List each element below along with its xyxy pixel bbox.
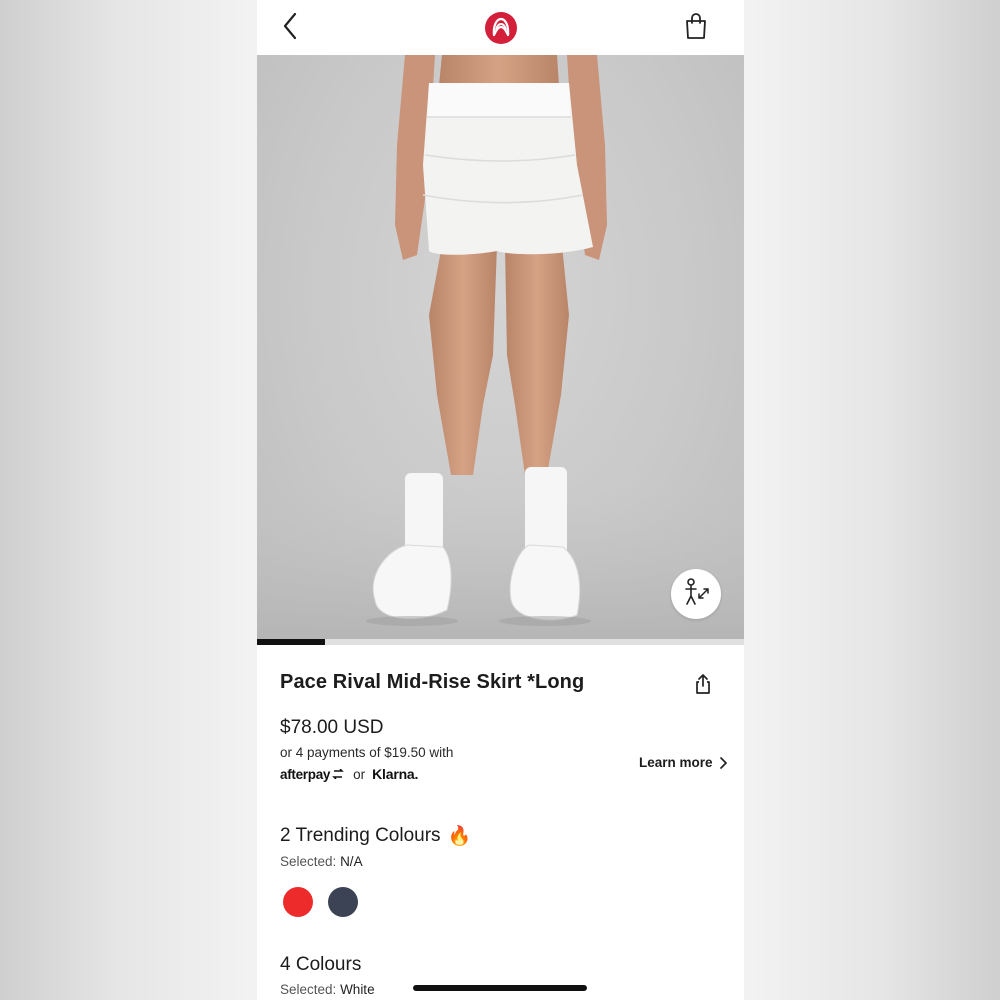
afterpay-label: afterpay — [280, 766, 331, 782]
top-bar — [257, 0, 744, 55]
product-price: $78.00 USD — [280, 717, 384, 738]
brand-logo[interactable] — [484, 11, 518, 45]
carousel-progress-fill — [257, 639, 326, 645]
colours-selected-text: Selected: White — [280, 982, 375, 997]
colour-swatch-red[interactable] — [283, 887, 313, 917]
klarna-logo[interactable]: Klarna. — [372, 766, 418, 782]
selected-value: N/A — [340, 854, 363, 869]
carousel-progress — [257, 639, 744, 645]
home-indicator[interactable] — [413, 985, 587, 991]
afterpay-logo[interactable]: afterpay — [280, 767, 345, 782]
payment-providers: afterpay or Klarna. — [280, 764, 418, 784]
share-button[interactable] — [691, 673, 715, 699]
product-photo — [257, 55, 744, 645]
cart-button[interactable] — [681, 12, 711, 44]
size-fit-icon — [680, 576, 712, 613]
all-colours-label: 4 Colours — [280, 954, 362, 975]
installments-text: or 4 payments of $19.50 with — [280, 745, 454, 760]
selected-label: Selected: — [280, 982, 337, 997]
learn-more-label: Learn more — [639, 755, 713, 770]
selected-label: Selected: — [280, 854, 337, 869]
chevron-right-icon — [719, 756, 727, 769]
shopping-bag-icon — [684, 12, 708, 45]
chevron-left-icon — [282, 12, 298, 45]
all-colours-heading: 4 Colours — [280, 954, 361, 976]
share-icon — [694, 673, 712, 700]
product-title: Pace Rival Mid-Rise Skirt *Long — [280, 671, 585, 693]
colour-swatch-navy[interactable] — [328, 887, 358, 917]
afterpay-icon — [332, 769, 344, 779]
trending-selected-text: Selected: N/A — [280, 854, 363, 869]
selected-value: White — [340, 982, 375, 997]
size-fit-button[interactable] — [671, 569, 721, 619]
trending-colours-heading: 2 Trending Colours 🔥 — [280, 824, 471, 848]
or-label: or — [353, 766, 366, 782]
back-button[interactable] — [275, 12, 305, 44]
trending-colours-label: 2 Trending Colours — [280, 825, 441, 846]
learn-more-link[interactable]: Learn more — [639, 755, 727, 770]
fire-icon: 🔥 — [447, 826, 472, 847]
product-page: Pace Rival Mid-Rise Skirt *Long $78.00 U… — [257, 0, 744, 1000]
product-image-carousel[interactable] — [257, 55, 744, 645]
